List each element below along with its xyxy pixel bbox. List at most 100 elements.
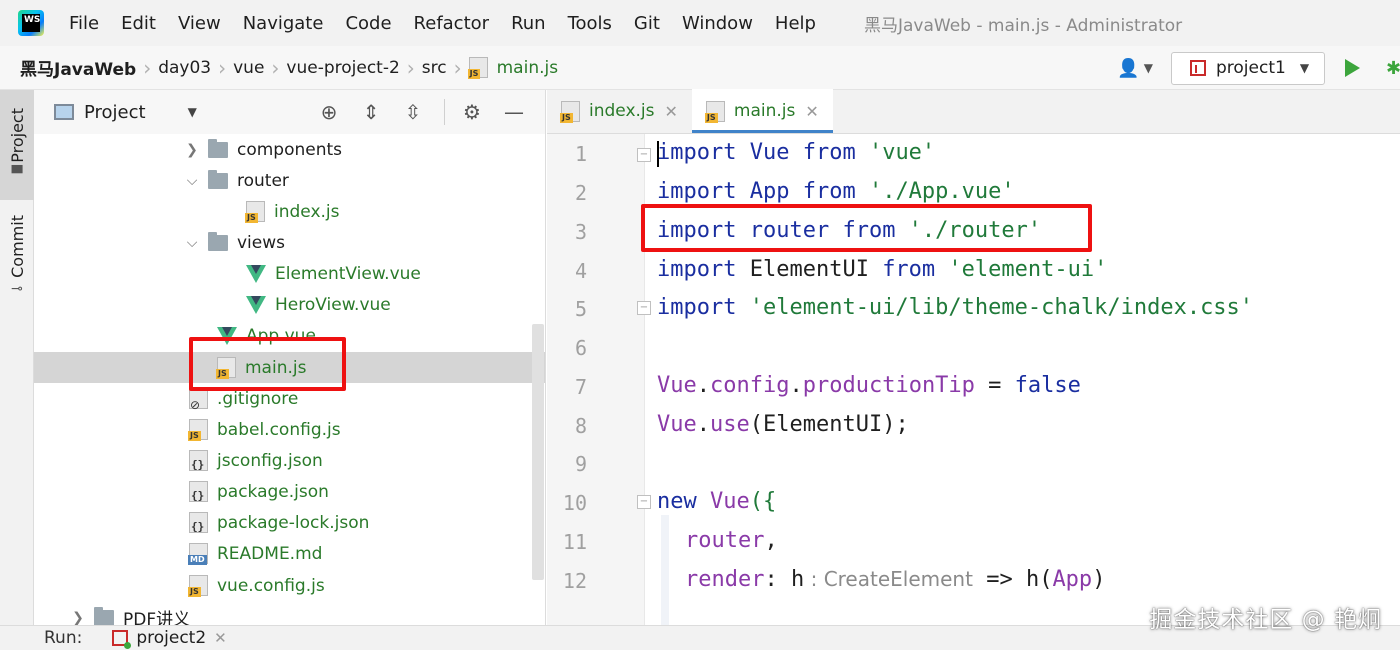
fold-marker-icon[interactable]: − bbox=[637, 495, 651, 509]
tree-item-gitignore[interactable]: .gitignore bbox=[34, 383, 545, 414]
run-configuration-select[interactable]: project1 ▼ bbox=[1171, 51, 1325, 85]
chevron-right-icon[interactable]: ❯ bbox=[182, 142, 202, 158]
locate-file-icon[interactable]: ⊕ bbox=[318, 100, 340, 124]
chevron-down-icon[interactable]: ⌵ bbox=[182, 235, 202, 251]
tree-item-jsconfig-json[interactable]: jsconfig.json bbox=[34, 445, 545, 476]
breadcrumb-vue-project-2[interactable]: vue-project-2 bbox=[286, 58, 399, 78]
menu-items: File Edit View Navigate Code Refactor Ru… bbox=[69, 13, 838, 34]
tree-item-vue-config-js[interactable]: vue.config.js bbox=[34, 570, 545, 601]
fold-marker-icon[interactable]: − bbox=[637, 301, 651, 315]
method: use bbox=[710, 412, 750, 437]
tree-item-elementview-vue[interactable]: ElementView.vue bbox=[34, 258, 545, 289]
tree-item-label: router bbox=[237, 170, 289, 191]
function-call: h bbox=[1025, 567, 1040, 592]
menu-file[interactable]: File bbox=[69, 13, 99, 34]
string-literal: './App.vue' bbox=[855, 179, 1015, 204]
menu-refactor[interactable]: Refactor bbox=[414, 13, 490, 34]
breadcrumb-separator-icon: › bbox=[143, 55, 152, 80]
menu-tools[interactable]: Tools bbox=[568, 13, 612, 34]
tree-item-readme-md[interactable]: README.md bbox=[34, 538, 545, 569]
tree-scrollbar[interactable] bbox=[532, 324, 544, 580]
hide-panel-icon[interactable]: — bbox=[503, 100, 525, 124]
menu-git[interactable]: Git bbox=[634, 13, 660, 34]
tab-index-js[interactable]: index.js ✕ bbox=[547, 89, 692, 133]
tree-item-index-js[interactable]: index.js bbox=[34, 196, 545, 227]
breadcrumb-vue[interactable]: vue bbox=[233, 58, 264, 78]
json-file-icon bbox=[189, 512, 208, 533]
tab-main-js[interactable]: main.js ✕ bbox=[691, 89, 833, 133]
logo-text: WS bbox=[22, 14, 40, 32]
tool-window-strip: Project ▀ Commit ⊸ bbox=[0, 90, 34, 625]
code-area[interactable]: import Vue from 'vue' import App from '.… bbox=[657, 134, 1397, 625]
tree-item-views[interactable]: ⌵ views bbox=[34, 227, 545, 258]
type-hint: : CreateElement bbox=[804, 567, 973, 591]
punctuation: ( bbox=[1039, 567, 1053, 592]
gear-icon[interactable]: ⚙ bbox=[461, 100, 483, 124]
js-file-icon bbox=[560, 100, 580, 123]
tree-item-babel-config-js[interactable]: babel.config.js bbox=[34, 414, 545, 445]
tree-item-main-js[interactable]: main.js bbox=[34, 352, 545, 383]
code-line-5: import 'element-ui/lib/theme-chalk/index… bbox=[657, 297, 1253, 319]
line-number: 11 bbox=[562, 530, 587, 554]
project-tree: ❯ components ⌵ router index.js ⌵ views E… bbox=[34, 134, 545, 626]
vue-file-icon bbox=[246, 264, 266, 283]
tree-item-heroview-vue[interactable]: HeroView.vue bbox=[34, 289, 545, 320]
line-number: 8 bbox=[574, 414, 587, 438]
tree-item-package-lock-json[interactable]: package-lock.json bbox=[34, 507, 545, 538]
close-icon[interactable]: ✕ bbox=[665, 102, 678, 121]
punctuation: . bbox=[696, 373, 710, 398]
tree-item-package-json[interactable]: package.json bbox=[34, 476, 545, 507]
menu-navigate[interactable]: Navigate bbox=[243, 13, 324, 34]
debug-icon[interactable]: ✱ bbox=[1386, 58, 1400, 78]
menu-run[interactable]: Run bbox=[511, 13, 546, 34]
tree-item-pdf[interactable]: ❯ PDF讲义 bbox=[34, 602, 545, 626]
run-tab-project2[interactable]: project2 ✕ bbox=[112, 628, 227, 649]
menu-window[interactable]: Window bbox=[682, 13, 753, 34]
tree-item-label: views bbox=[237, 232, 286, 253]
punctuation: ({ bbox=[749, 489, 777, 514]
string-literal: 'element-ui' bbox=[935, 257, 1108, 282]
identifier: Vue bbox=[696, 489, 750, 514]
menu-help[interactable]: Help bbox=[775, 13, 816, 34]
collapse-all-icon[interactable]: ⇳ bbox=[402, 100, 424, 124]
npm-config-icon bbox=[112, 630, 132, 649]
line-number-gutter[interactable]: 1 2 3 4 5 6 7 8 9 10 11 12 − − − bbox=[547, 134, 651, 625]
commit-tool-tab[interactable]: Commit ⊸ bbox=[0, 206, 34, 306]
keyword-import: import bbox=[657, 218, 737, 243]
user-menu-button[interactable]: 👤 ▼ bbox=[1117, 58, 1153, 79]
identifier: App bbox=[1052, 567, 1093, 592]
menu-code[interactable]: Code bbox=[345, 13, 391, 34]
tree-item-app-vue[interactable]: App.vue bbox=[34, 320, 545, 351]
menu-edit[interactable]: Edit bbox=[121, 13, 156, 34]
project-view-selector[interactable]: Project ▼ bbox=[54, 102, 197, 123]
code-line-4: import ElementUI from 'element-ui' bbox=[657, 259, 1107, 281]
tree-item-label: ElementView.vue bbox=[275, 263, 421, 284]
run-icon[interactable] bbox=[1345, 59, 1360, 77]
keyword-from: from bbox=[802, 140, 856, 165]
window-title: 黑马JavaWeb - main.js - Administrator bbox=[863, 15, 1183, 36]
chevron-down-icon[interactable]: ⌵ bbox=[182, 173, 202, 189]
menu-view[interactable]: View bbox=[178, 13, 221, 34]
keyword-new: new bbox=[657, 489, 697, 514]
tree-item-components[interactable]: ❯ components bbox=[34, 134, 545, 165]
close-icon[interactable]: ✕ bbox=[805, 102, 818, 121]
expand-all-icon[interactable]: ⇕ bbox=[360, 100, 382, 124]
breadcrumb-file-label: main.js bbox=[496, 57, 559, 78]
close-icon[interactable]: ✕ bbox=[214, 629, 227, 647]
folder-icon: ▀ bbox=[11, 166, 23, 183]
running-status-icon bbox=[124, 642, 132, 649]
tree-item-router[interactable]: ⌵ router bbox=[34, 165, 545, 196]
operator: => bbox=[972, 567, 1026, 592]
project-panel-header: Project ▼ ⊕ ⇕ ⇳ ⚙ — bbox=[34, 90, 545, 134]
tree-item-label: main.js bbox=[245, 357, 307, 378]
breadcrumb-src[interactable]: src bbox=[422, 58, 447, 78]
fold-marker-icon[interactable]: − bbox=[637, 148, 651, 162]
commit-tool-label: Commit bbox=[7, 214, 27, 278]
vue-file-icon bbox=[217, 326, 237, 345]
webstorm-logo-icon[interactable]: WS bbox=[18, 10, 44, 36]
breadcrumb-day03[interactable]: day03 bbox=[158, 58, 211, 78]
breadcrumb-main-js[interactable]: main.js bbox=[467, 57, 559, 79]
project-tool-tab[interactable]: Project ▀ bbox=[0, 90, 34, 200]
chevron-right-icon[interactable]: ❯ bbox=[68, 610, 88, 626]
breadcrumb-project[interactable]: 黑马JavaWeb bbox=[20, 55, 136, 80]
